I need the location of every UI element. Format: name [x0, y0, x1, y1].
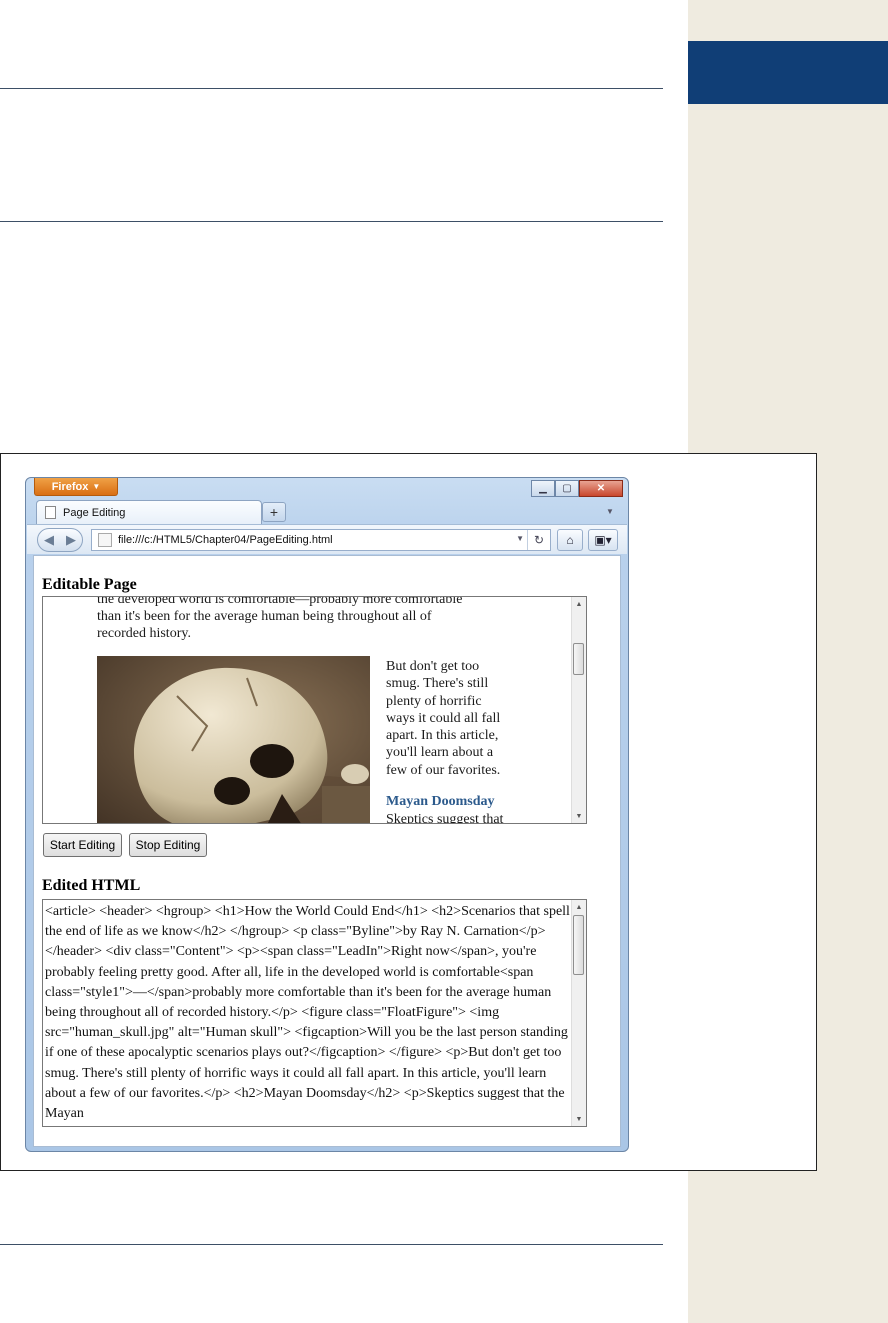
scroll-thumb[interactable] [573, 915, 584, 975]
start-editing-button[interactable]: Start Editing [43, 833, 122, 857]
float-line: plenty of horrific [386, 693, 482, 709]
edited-html-textarea[interactable]: <article> <header> <hgroup> <h1>How the … [42, 899, 587, 1127]
tab-list-button[interactable]: ▼ [606, 507, 614, 516]
scroll-down-icon[interactable]: ▼ [572, 1112, 586, 1126]
firefox-menu-button[interactable]: Firefox ▼ [34, 478, 118, 496]
float-line: smug. There's still [386, 676, 489, 692]
browser-window: Firefox ▼ ▁ ▢ ✕ Page Editing + ▼ ◀ ▶ fil… [25, 477, 629, 1152]
stop-editing-button[interactable]: Stop Editing [129, 833, 207, 857]
forward-arrow-icon[interactable]: ▶ [66, 532, 76, 548]
float-line: few of our favorites. [386, 762, 501, 778]
navigation-toolbar: ◀ ▶ file:///c:/HTML5/Chapter04/PageEditi… [27, 524, 627, 554]
reload-icon[interactable]: ↻ [527, 530, 550, 550]
address-bar[interactable]: file:///c:/HTML5/Chapter04/PageEditing.h… [91, 529, 551, 551]
page-content: Editable Page the developed world is com… [33, 555, 621, 1147]
editable-line: the developed world is comfortable—proba… [97, 596, 463, 607]
url-text: file:///c:/HTML5/Chapter04/PageEditing.h… [118, 534, 333, 546]
editable-line: recorded history. [97, 626, 191, 641]
mayan-doomsday-heading: Mayan Doomsday [386, 794, 495, 809]
human-skull-image [97, 656, 370, 823]
float-line: ways it could all fall [386, 710, 501, 726]
scroll-up-icon[interactable]: ▲ [572, 597, 586, 611]
scroll-up-icon[interactable]: ▲ [572, 900, 586, 914]
chevron-down-icon: ▼ [606, 507, 614, 516]
new-tab-button[interactable]: + [262, 502, 286, 522]
edited-html-heading: Edited HTML [42, 877, 141, 894]
edited-html-text: <article> <header> <hgroup> <h1>How the … [45, 904, 570, 1122]
home-icon: ⌂ [566, 533, 574, 547]
document-icon [45, 506, 56, 519]
editable-page-heading: Editable Page [42, 576, 137, 593]
float-line: you'll learn about a [386, 745, 494, 761]
html-scrollbar[interactable]: ▲ ▼ [571, 900, 586, 1126]
chapter-tab [688, 41, 888, 104]
float-paragraph: But don't get too smug. There's still pl… [386, 658, 536, 779]
maximize-icon: ▢ [562, 483, 572, 494]
back-arrow-icon[interactable]: ◀ [44, 532, 54, 548]
divider-rule [0, 88, 663, 89]
editable-region[interactable]: the developed world is comfortable—proba… [42, 596, 587, 824]
scroll-thumb[interactable] [573, 643, 584, 675]
plus-icon: + [269, 504, 279, 520]
bookmarks-button[interactable]: ▣▾ [588, 529, 618, 551]
tab-page-editing[interactable]: Page Editing [36, 500, 262, 524]
back-forward-buttons: ◀ ▶ [37, 528, 83, 552]
divider-rule [0, 221, 663, 222]
divider-rule [0, 1244, 663, 1245]
float-line: apart. In this article, [386, 728, 499, 744]
minimize-icon: ▁ [539, 483, 547, 494]
minimize-button[interactable]: ▁ [531, 480, 555, 497]
editable-scrollbar[interactable]: ▲ ▼ [571, 597, 586, 823]
bookmarks-icon: ▣▾ [594, 533, 612, 547]
editable-line: Skeptics suggest that [386, 812, 504, 824]
firefox-menu-label: Firefox [51, 480, 89, 493]
editable-line: than it's been for the average human bei… [97, 609, 432, 624]
close-button[interactable]: ✕ [579, 480, 623, 497]
close-icon: ✕ [596, 483, 606, 494]
tab-title: Page Editing [63, 506, 126, 519]
home-button[interactable]: ⌂ [557, 529, 583, 551]
page-icon [98, 533, 112, 547]
maximize-button[interactable]: ▢ [555, 480, 579, 497]
chevron-down-icon: ▼ [92, 482, 101, 491]
scroll-down-icon[interactable]: ▼ [572, 809, 586, 823]
float-line: But don't get too [386, 659, 480, 674]
history-dropdown-icon[interactable]: ▼ [516, 534, 524, 543]
